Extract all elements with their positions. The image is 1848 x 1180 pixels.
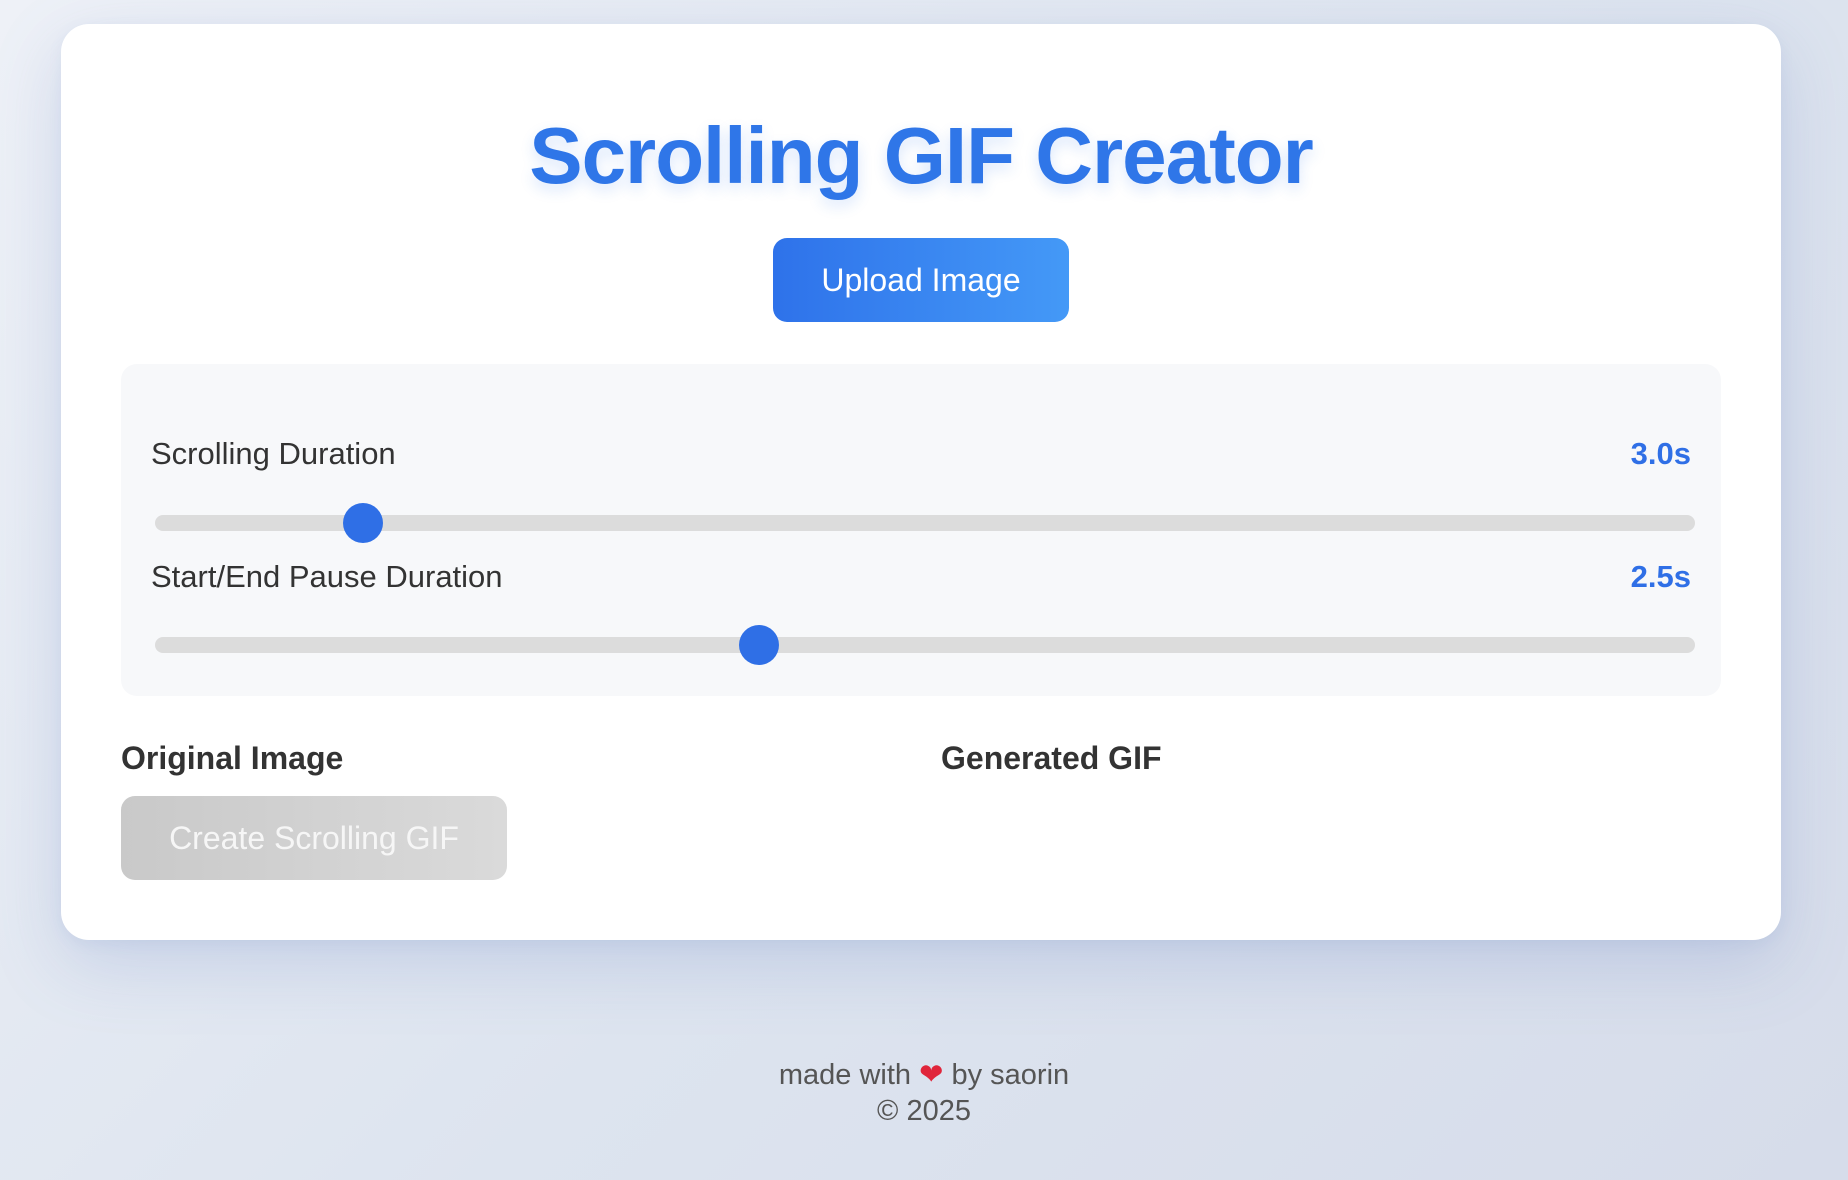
footer: made with ❤ by saorin © 2025: [0, 1056, 1848, 1129]
scrolling-duration-slider[interactable]: [155, 503, 1695, 543]
scrolling-duration-slider-thumb[interactable]: [342, 503, 383, 543]
pause-duration-slider[interactable]: [155, 625, 1695, 665]
copyright-text: © 2025: [877, 1095, 971, 1127]
made-with-line: made with ❤ by saorin: [0, 1056, 1848, 1093]
generated-gif-heading: Generated GIF: [941, 740, 1162, 776]
upload-image-button[interactable]: Upload Image: [773, 238, 1069, 322]
heart-icon: ❤: [919, 1057, 944, 1091]
scrolling-duration-label: Scrolling Duration: [151, 436, 396, 471]
scrolling-duration-value: 3.0s: [1630, 436, 1691, 471]
pause-duration-slider-thumb[interactable]: [738, 625, 779, 665]
settings-panel: Scrolling Duration 3.0s Start/End Pause …: [121, 364, 1721, 696]
author-text: by saorin: [951, 1059, 1070, 1091]
original-image-heading: Original Image: [121, 740, 344, 776]
pause-duration-label: Start/End Pause Duration: [151, 559, 503, 594]
main-card: Scrolling GIF Creator Upload Image Scrol…: [61, 24, 1781, 940]
create-scrolling-gif-button[interactable]: Create Scrolling GIF: [121, 796, 507, 880]
made-with-text: made with: [778, 1059, 912, 1091]
pause-duration-value: 2.5s: [1630, 559, 1691, 594]
page-title: Scrolling GIF Creator: [529, 111, 1314, 200]
